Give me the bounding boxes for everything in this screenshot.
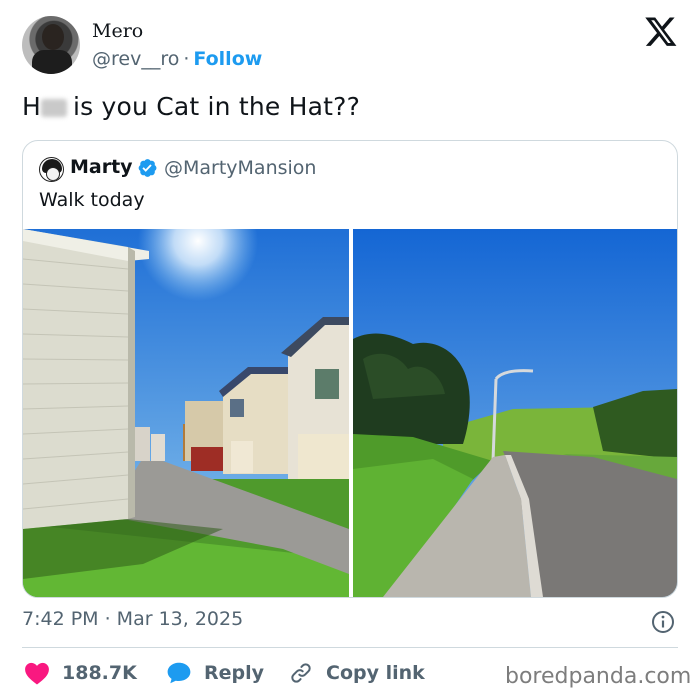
author-avatar[interactable] [22,16,80,74]
tweet-text-start: H [22,92,41,121]
like-count: 188.7K [62,662,137,684]
follow-button[interactable]: Follow [193,48,262,70]
watermark: boredpanda.com [505,664,692,689]
author-handle[interactable]: @rev__ro [92,48,179,70]
quoted-text: Walk today [39,189,145,211]
reply-button[interactable]: Reply [166,658,264,688]
handle-separator: · [183,48,190,70]
link-icon [291,663,311,683]
author-display-name[interactable]: Mero [92,20,143,42]
x-logo-icon[interactable] [644,14,678,48]
tweet-timestamp[interactable]: 7:42 PM · Mar 13, 2025 [22,608,243,630]
like-button[interactable]: 188.7K [24,658,137,688]
reply-label: Reply [204,662,265,684]
heart-icon [25,662,49,685]
avatar-face [42,24,64,50]
avatar-shirt [32,50,72,74]
quoted-author-avatar[interactable] [39,157,64,182]
copy-link-label: Copy link [326,662,425,684]
tweet-text: His you Cat in the Hat?? [22,92,360,121]
copy-link-button[interactable]: Copy link [288,658,425,688]
quoted-tweet-card[interactable]: Marty @MartyMansion Walk today [22,140,678,598]
quoted-handle[interactable]: @MartyMansion [164,157,316,179]
photo-houses[interactable] [23,229,349,597]
footer-divider [22,647,678,648]
info-icon[interactable] [651,610,675,634]
censor-blur [41,99,67,117]
reply-bubble-icon [167,662,191,684]
avatar-face [46,167,60,181]
verified-badge-icon [138,159,157,177]
quoted-display-name[interactable]: Marty [70,156,133,178]
photo-road[interactable] [353,229,677,597]
tweet-text-end: is you Cat in the Hat?? [73,92,361,121]
author-handle-row: @rev__ro · Follow [92,48,262,70]
